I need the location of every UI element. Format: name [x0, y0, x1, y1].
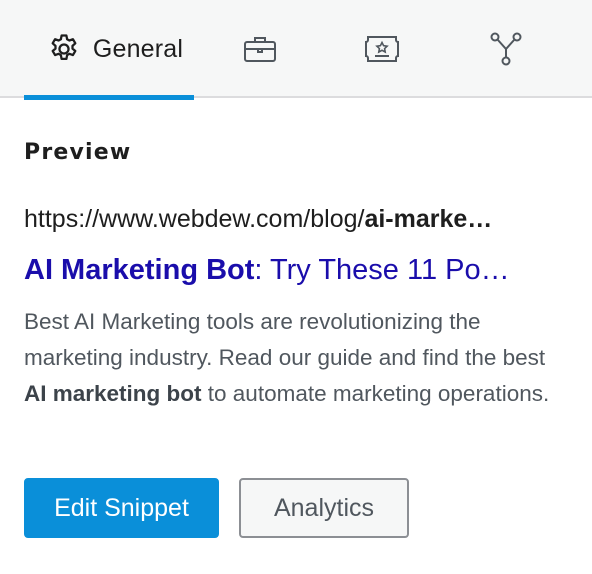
serp-title-rest: : Try These 11 Po… — [254, 254, 510, 286]
serp-description-part1: Best AI Marketing tools are revolutioniz… — [24, 309, 546, 370]
tab-social[interactable] — [344, 0, 420, 98]
gear-icon — [47, 32, 81, 66]
edit-snippet-button[interactable]: Edit Snippet — [24, 478, 219, 538]
serp-url: https://www.webdew.com/blog/ai-marke… — [24, 205, 554, 234]
tab-general[interactable]: General — [24, 0, 194, 100]
preview-heading: Preview — [24, 140, 132, 165]
serp-url-prefix: https://www.webdew.com/blog/ — [24, 205, 365, 233]
serp-title[interactable]: AI Marketing Bot: Try These 11 Po… — [24, 254, 564, 287]
tab-schema[interactable] — [222, 0, 298, 98]
certificate-icon — [363, 34, 401, 64]
tab-advanced[interactable] — [468, 0, 544, 98]
briefcase-icon — [242, 34, 278, 64]
analytics-button[interactable]: Analytics — [239, 478, 409, 538]
tab-bar: General — [0, 0, 592, 100]
serp-url-slug: ai-marke… — [364, 205, 493, 233]
serp-description-part2: to automate marketing operations. — [201, 381, 550, 406]
active-tab-indicator — [24, 95, 194, 100]
serp-description: Best AI Marketing tools are revolutioniz… — [24, 304, 564, 412]
serp-title-keyword: AI Marketing Bot — [24, 254, 255, 286]
network-icon — [489, 31, 523, 67]
tab-general-label: General — [92, 34, 184, 63]
serp-description-keyword: AI marketing bot — [24, 381, 202, 406]
